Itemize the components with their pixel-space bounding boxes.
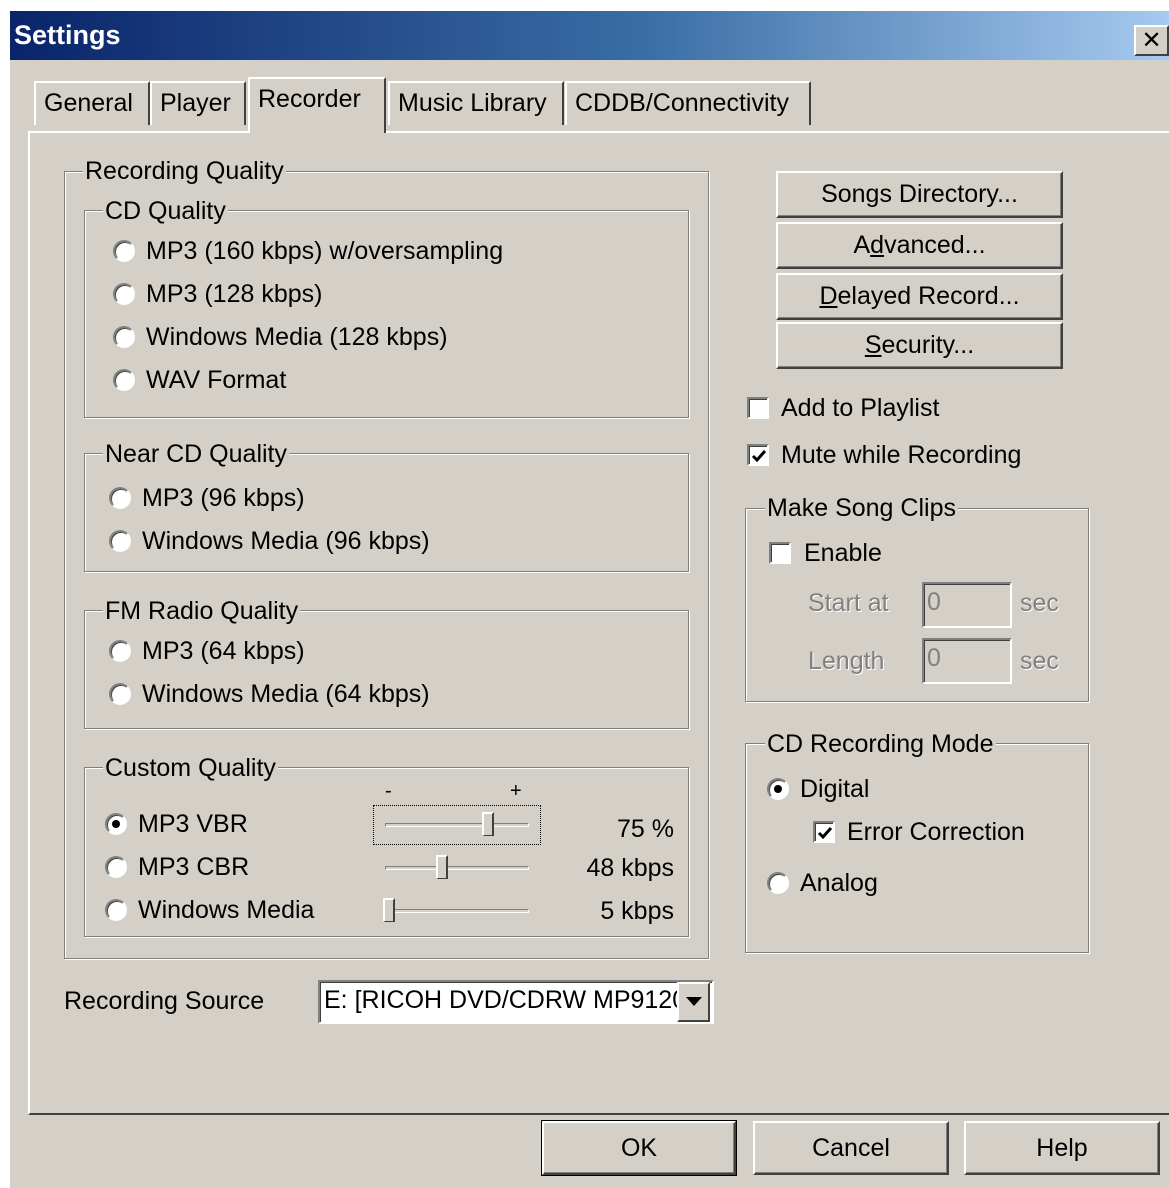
mp3-vbr-slider-thumb[interactable]: [482, 812, 494, 836]
radio-label: MP3 VBR: [138, 810, 248, 838]
button-label: Help: [1036, 1133, 1088, 1162]
button-label: Songs Directory...: [821, 180, 1018, 208]
checkbox-label: Add to Playlist: [781, 394, 940, 422]
make-song-clips-legend: Make Song Clips: [765, 494, 958, 522]
slider-max-label: +: [510, 780, 522, 802]
radio-label: Windows Media (128 kbps): [146, 323, 448, 351]
delayed-record-button[interactable]: Delayed Record...: [776, 273, 1063, 320]
windows-media-slider[interactable]: [385, 909, 529, 913]
help-button[interactable]: Help: [964, 1121, 1160, 1175]
radio-mp3-vbr[interactable]: [105, 813, 127, 835]
tab-label: Music Library: [398, 89, 547, 117]
radio-mp3-64[interactable]: [109, 640, 131, 662]
fm-radio-quality-group: [84, 610, 689, 729]
recording-source-label: Recording Source: [64, 987, 265, 1015]
button-label: OK: [620, 1133, 658, 1162]
radio-label: Windows Media (96 kbps): [142, 527, 430, 555]
title-bar[interactable]: Settings ✕: [10, 11, 1169, 60]
length-input[interactable]: 0: [922, 638, 1012, 684]
start-at-input[interactable]: 0: [922, 582, 1012, 628]
tab-cddb-connectivity[interactable]: CDDB/Connectivity: [565, 81, 811, 125]
mp3-vbr-slider[interactable]: [385, 823, 529, 827]
radio-mp3-96[interactable]: [109, 487, 131, 509]
radio-label: MP3 (64 kbps): [142, 637, 305, 665]
cancel-button[interactable]: Cancel: [753, 1121, 949, 1175]
start-at-label: Start at: [808, 589, 889, 617]
close-icon: ✕: [1141, 26, 1162, 54]
enable-song-clips-checkbox[interactable]: [769, 542, 791, 564]
length-value: 0: [927, 644, 941, 672]
tab-label: Recorder: [258, 85, 361, 113]
mp3-cbr-value: 48 kbps: [586, 854, 674, 882]
checkmark-icon: [751, 450, 767, 463]
mute-while-recording-checkbox[interactable]: [747, 444, 769, 466]
checkbox-label: Enable: [804, 539, 882, 567]
windows-media-slider-thumb[interactable]: [383, 898, 395, 922]
start-unit-label: sec: [1020, 589, 1059, 617]
radio-label: WAV Format: [146, 366, 287, 394]
cd-recording-mode-legend: CD Recording Mode: [765, 730, 996, 758]
chevron-down-icon: [685, 997, 702, 1006]
checkbox-label: Mute while Recording: [781, 441, 1022, 469]
tab-recorder[interactable]: Recorder: [248, 77, 386, 133]
radio-digital[interactable]: [767, 778, 789, 800]
radio-label: MP3 CBR: [138, 853, 250, 881]
slider-min-label: -: [385, 780, 392, 802]
near-cd-quality-legend: Near CD Quality: [103, 440, 289, 468]
button-label: Cancel: [812, 1133, 890, 1162]
recording-quality-legend: Recording Quality: [83, 157, 286, 185]
radio-wav[interactable]: [113, 369, 135, 391]
tab-music-library[interactable]: Music Library: [388, 81, 564, 125]
length-label: Length: [808, 647, 885, 675]
tab-label: Player: [160, 89, 231, 117]
radio-label: Analog: [800, 869, 878, 897]
recording-source-select[interactable]: E: [RICOH DVD/CDRW MP9120A]: [318, 980, 714, 1024]
button-label: Security...: [864, 331, 975, 359]
add-to-playlist-checkbox[interactable]: [747, 397, 769, 419]
error-correction-checkbox[interactable]: [813, 821, 835, 843]
radio-windows-media-custom[interactable]: [105, 899, 127, 921]
settings-dialog: Settings ✕ General Player Recorder Music…: [10, 11, 1169, 1188]
radio-mp3-128[interactable]: [113, 283, 135, 305]
radio-mp3-cbr[interactable]: [105, 856, 127, 878]
advanced-button[interactable]: Advanced...: [776, 222, 1063, 269]
cd-recording-mode-group: [745, 743, 1089, 953]
cd-quality-legend: CD Quality: [103, 197, 228, 225]
window-title: Settings: [14, 20, 121, 50]
radio-label: MP3 (96 kbps): [142, 484, 305, 512]
radio-label: MP3 (128 kbps): [146, 280, 323, 308]
tab-player[interactable]: Player: [150, 81, 246, 125]
mp3-cbr-slider[interactable]: [385, 866, 529, 870]
radio-label: MP3 (160 kbps) w/oversampling: [146, 237, 504, 265]
radio-label: Windows Media: [138, 896, 315, 924]
recording-source-value: E: [RICOH DVD/CDRW MP9120A]: [324, 986, 710, 1014]
mp3-vbr-value: 75 %: [617, 815, 674, 843]
security-button[interactable]: Security...: [776, 322, 1063, 369]
checkbox-label: Error Correction: [847, 818, 1025, 846]
radio-wma-128[interactable]: [113, 326, 135, 348]
tab-label: CDDB/Connectivity: [575, 89, 789, 117]
recording-source-dropdown-button[interactable]: [677, 982, 710, 1022]
ok-button[interactable]: OK: [541, 1120, 737, 1176]
checkmark-icon: [817, 827, 833, 840]
radio-mp3-160[interactable]: [113, 240, 135, 262]
radio-wma-96[interactable]: [109, 530, 131, 552]
radio-label: Digital: [800, 775, 870, 803]
button-label: Delayed Record...: [819, 282, 1020, 310]
mp3-cbr-slider-thumb[interactable]: [435, 855, 448, 879]
radio-label: Windows Media (64 kbps): [142, 680, 430, 708]
length-unit-label: sec: [1020, 647, 1059, 675]
fm-radio-quality-legend: FM Radio Quality: [103, 597, 301, 625]
start-at-value: 0: [927, 588, 941, 616]
close-button[interactable]: ✕: [1134, 25, 1169, 56]
radio-analog[interactable]: [767, 872, 789, 894]
custom-quality-legend: Custom Quality: [103, 754, 278, 782]
radio-wma-64[interactable]: [109, 683, 131, 705]
button-label: Advanced...: [853, 231, 986, 259]
windows-media-value: 5 kbps: [600, 897, 674, 925]
tab-general[interactable]: General: [34, 81, 150, 125]
tab-label: General: [44, 89, 133, 117]
songs-directory-button[interactable]: Songs Directory...: [776, 171, 1063, 218]
